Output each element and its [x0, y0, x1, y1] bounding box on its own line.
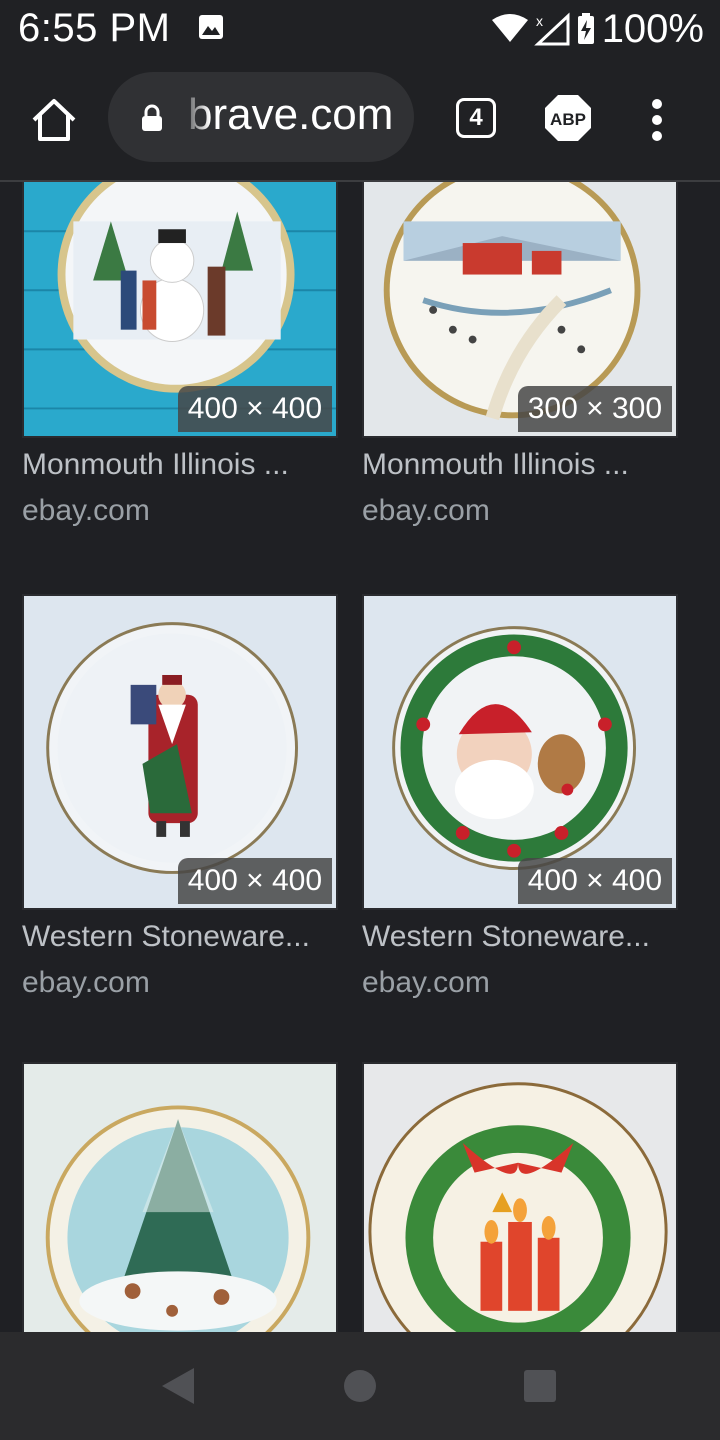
result-title[interactable]: Monmouth Illinois ...	[362, 448, 678, 482]
status-time: 6:55 PM	[18, 6, 171, 50]
url-text[interactable]: brave.com	[188, 90, 393, 140]
result-source[interactable]: ebay.com	[22, 494, 150, 528]
status-bar: 6:55 PM x 100%	[0, 0, 720, 62]
result-thumbnail[interactable]	[362, 1062, 678, 1332]
image-dimensions-badge: 400 × 400	[177, 386, 332, 432]
result-thumbnail[interactable]: 300 × 300	[362, 182, 678, 438]
battery-percentage: 100%	[601, 6, 704, 51]
result-thumbnail[interactable]	[22, 1062, 338, 1332]
cell-signal-icon: x	[533, 12, 570, 46]
recent-apps-button[interactable]	[524, 1370, 556, 1402]
result-title[interactable]: Monmouth Illinois ...	[22, 448, 338, 482]
image-dimensions-badge: 300 × 300	[517, 386, 672, 432]
battery-charging-icon	[577, 13, 594, 44]
abp-label: ABP	[550, 110, 586, 129]
back-icon[interactable]	[160, 1366, 196, 1406]
result-source[interactable]: ebay.com	[362, 966, 490, 1000]
browser-toolbar: brave.com 4 ABP	[0, 62, 720, 182]
image-results-grid: 400 × 400 Monmouth Illinois ... ebay.com…	[0, 182, 720, 1332]
result-source[interactable]: ebay.com	[22, 966, 150, 1000]
url-bar[interactable]: brave.com	[108, 72, 414, 162]
overflow-menu-icon[interactable]	[642, 96, 672, 144]
wreath-candle-plate-image	[364, 1064, 676, 1332]
wifi-icon	[491, 14, 528, 42]
christmas-tree-plate-image	[24, 1064, 336, 1332]
result-title[interactable]: Western Stoneware...	[362, 920, 678, 954]
home-icon[interactable]	[28, 94, 80, 146]
url-fade	[180, 72, 210, 162]
system-navigation-bar	[0, 1332, 720, 1440]
adblock-plus-icon[interactable]: ABP	[544, 94, 592, 142]
result-thumbnail[interactable]: 400 × 400	[22, 594, 338, 910]
tab-switcher-button[interactable]: 4	[456, 98, 496, 138]
gallery-notification-icon	[199, 15, 223, 39]
image-dimensions-badge: 400 × 400	[517, 858, 672, 904]
home-button[interactable]	[344, 1370, 376, 1402]
status-right: x 100%	[491, 4, 704, 54]
lock-icon	[142, 104, 162, 131]
result-thumbnail[interactable]: 400 × 400	[362, 594, 678, 910]
result-thumbnail[interactable]: 400 × 400	[22, 182, 338, 438]
result-title[interactable]: Western Stoneware...	[22, 920, 338, 954]
svg-text:x: x	[536, 13, 543, 29]
image-dimensions-badge: 400 × 400	[177, 858, 332, 904]
result-source[interactable]: ebay.com	[362, 494, 490, 528]
